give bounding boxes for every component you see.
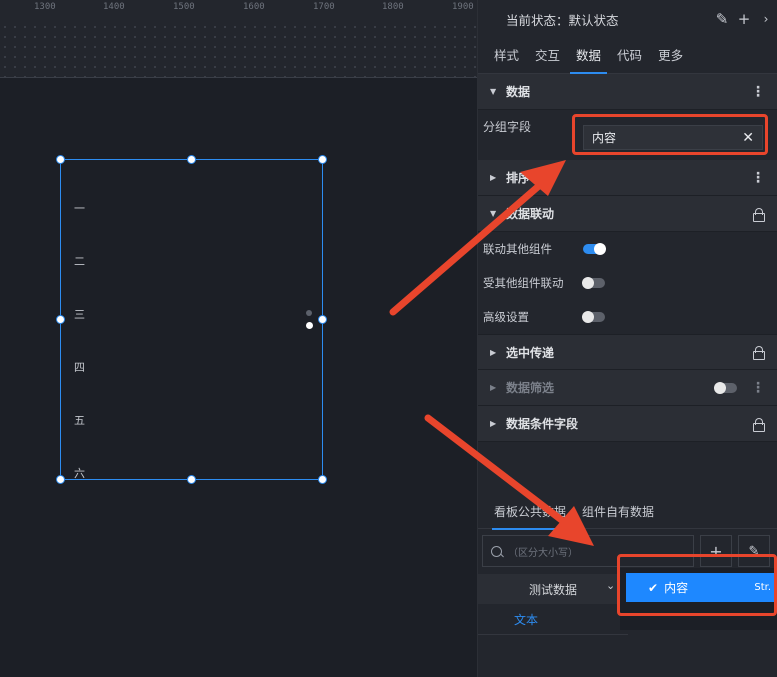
list-item: 六 — [74, 467, 85, 480]
resize-handle-top-left[interactable] — [56, 155, 65, 164]
tab-more[interactable]: 更多 — [650, 45, 691, 73]
state-bar: 当前状态： 默认状态 ✎ + › — [478, 0, 777, 38]
caret-right-icon: ▶ — [490, 347, 497, 357]
annotation-highlight-box — [572, 114, 768, 155]
panel-tabs: 样式 交互 数据 代码 更多 — [478, 38, 777, 74]
ruler-grid — [0, 22, 477, 77]
section-title: 数据条件字段 — [506, 417, 579, 431]
dataset-name: 测试数据 — [528, 582, 577, 597]
lock-icon — [753, 207, 765, 222]
resize-handle-top[interactable] — [187, 155, 196, 164]
ruler-tick: 1600 — [243, 2, 265, 12]
section-condition-fields-header[interactable]: ▶ 数据条件字段 — [478, 406, 777, 442]
tab-interaction[interactable]: 交互 — [527, 45, 568, 73]
ruler-tick: 1900 — [452, 2, 474, 12]
group-field-label: 分组字段 — [483, 120, 532, 134]
caret-down-icon: ▼ — [490, 209, 497, 218]
resize-handle-right[interactable] — [318, 315, 327, 324]
list-item: 二 — [74, 255, 85, 268]
linked-by-others-label: 受其他组件联动 — [483, 276, 564, 290]
link-others-row: 联动其他组件 — [478, 232, 777, 266]
edit-icon[interactable]: ✎ — [711, 10, 733, 28]
linked-by-others-row: 受其他组件联动 — [478, 266, 777, 300]
caret-right-icon: ▶ — [490, 173, 497, 182]
advanced-label: 高级设置 — [483, 310, 529, 324]
ruler-tick: 1700 — [313, 2, 335, 12]
resize-handle-bottom-right[interactable] — [318, 475, 327, 484]
more-vertical-icon[interactable]: ⋮ — [751, 84, 765, 100]
caret-down-icon: ▼ — [490, 87, 497, 96]
link-others-label: 联动其他组件 — [483, 242, 552, 256]
resize-handle-bottom[interactable] — [187, 475, 196, 484]
tab-data[interactable]: 数据 — [568, 45, 609, 74]
scroll-indicator-dot-active — [306, 322, 313, 329]
resize-handle-left[interactable] — [56, 315, 65, 324]
chevron-right-icon[interactable]: › — [755, 12, 777, 26]
more-vertical-icon[interactable]: ⋮ — [751, 380, 765, 396]
section-data-filter-header[interactable]: ▶ 数据筛选 ⋮ — [478, 370, 777, 406]
section-selected-pass-header[interactable]: ▶ 选中传递 — [478, 334, 777, 370]
more-vertical-icon[interactable]: ⋮ — [751, 170, 765, 186]
tab-component-own-data[interactable]: 组件自有数据 — [574, 495, 662, 529]
data-filter-toggle[interactable] — [714, 381, 737, 394]
list-item: 一 — [74, 202, 85, 215]
chevron-down-icon[interactable]: ⌄ — [606, 579, 615, 592]
lock-icon — [753, 346, 765, 360]
section-title: 排序 — [506, 171, 531, 185]
dataset-field-item[interactable]: 文本 — [514, 611, 538, 628]
lock-icon — [753, 417, 765, 432]
list-item: 三 — [74, 308, 85, 321]
list-item: 五 — [74, 414, 85, 427]
section-title: 选中传递 — [506, 345, 555, 360]
section-sort-header[interactable]: ▶ 排序 ⋮ — [478, 160, 777, 196]
ruler-tick: 1500 — [173, 2, 195, 12]
link-others-toggle[interactable] — [583, 243, 606, 255]
state-label: 当前状态： — [506, 12, 569, 28]
section-data-header[interactable]: ▼ 数据 ⋮ — [478, 74, 777, 110]
add-icon[interactable]: + — [733, 10, 755, 28]
resize-handle-top-right[interactable] — [318, 155, 327, 164]
resize-handle-bottom-left[interactable] — [56, 475, 65, 484]
advanced-row: 高级设置 — [478, 300, 777, 334]
list-item: 四 — [74, 361, 85, 374]
selected-list-component[interactable]: 一 二 三 四 五 六 — [56, 155, 327, 484]
ruler-tick: 1300 — [34, 2, 56, 12]
state-value[interactable]: 默认状态 — [569, 10, 619, 29]
caret-right-icon: ▶ — [490, 383, 497, 392]
annotation-highlight-box — [617, 554, 777, 616]
tab-board-public-data[interactable]: 看板公共数据 — [486, 495, 574, 530]
search-placeholder: （区分大小写） — [508, 547, 578, 559]
section-title: 数据筛选 — [506, 381, 555, 395]
ruler-tick: 1400 — [103, 2, 125, 12]
caret-right-icon: ▶ — [490, 419, 497, 428]
divider — [478, 634, 628, 635]
data-source-tabs: 看板公共数据 组件自有数据 — [478, 495, 777, 530]
ruler-tick: 1800 — [382, 2, 404, 12]
section-linkage-header[interactable]: ▼ 数据联动 — [478, 196, 777, 232]
advanced-toggle[interactable] — [582, 311, 605, 323]
horizontal-ruler: 1300 1400 1500 1600 1700 1800 1900 — [0, 0, 477, 78]
scroll-indicator-dot — [306, 310, 312, 316]
tab-style[interactable]: 样式 — [486, 45, 527, 73]
section-title: 数据联动 — [506, 207, 555, 221]
search-icon — [491, 545, 502, 557]
tab-code[interactable]: 代码 — [609, 45, 650, 73]
linked-by-others-toggle[interactable] — [582, 277, 605, 289]
section-title: 数据 — [506, 85, 531, 99]
